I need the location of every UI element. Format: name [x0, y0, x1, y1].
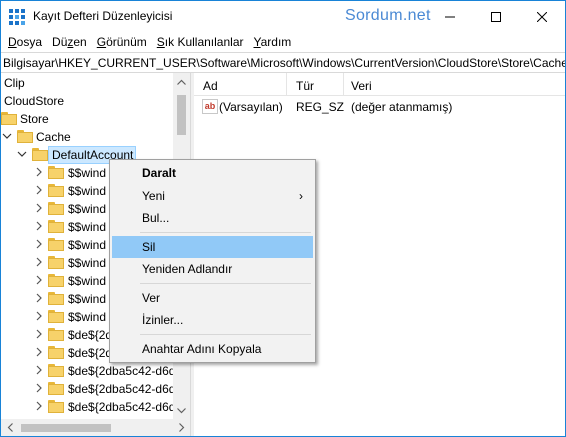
menu-item-permissions[interactable]: İzinler...	[112, 309, 313, 331]
tree-item-cache[interactable]: Cache	[1, 128, 189, 146]
folder-icon	[48, 238, 64, 251]
menu-item-find[interactable]: Bul...	[112, 207, 313, 229]
chevron-down-icon	[177, 407, 186, 413]
chevron-right-icon[interactable]	[34, 311, 44, 321]
maximize-button[interactable]	[473, 1, 519, 32]
folder-icon	[48, 274, 64, 287]
menu-separator	[140, 283, 311, 284]
menu-view[interactable]: Görünüm	[92, 32, 152, 52]
tree-item-clip[interactable]: Clip	[1, 74, 189, 92]
menu-item-new[interactable]: Yeni ›	[112, 185, 313, 207]
folder-icon	[32, 148, 48, 161]
chevron-right-icon[interactable]	[34, 203, 44, 213]
list-header: Ad Tür Veri	[194, 73, 565, 96]
menu-separator	[140, 232, 311, 233]
tree-item[interactable]: $de${2dba5c42-d6d	[1, 398, 189, 416]
chevron-right-icon	[178, 423, 184, 432]
chevron-left-icon	[7, 423, 13, 432]
scroll-thumb[interactable]	[177, 95, 186, 135]
menu-item-collapse[interactable]: Daralt	[112, 162, 313, 184]
folder-icon	[48, 256, 64, 269]
menu-item-copy-key-name[interactable]: Anahtar Adını Kopyala	[112, 338, 313, 360]
menu-help[interactable]: Yardım	[249, 32, 297, 52]
maximize-icon	[491, 11, 501, 22]
regedit-icon	[9, 9, 25, 25]
close-icon	[537, 11, 547, 22]
value-data: (değer atanmamış)	[351, 100, 453, 114]
chevron-right-icon[interactable]	[34, 239, 44, 249]
folder-icon	[48, 202, 64, 215]
menu-edit[interactable]: Düzen	[47, 32, 92, 52]
chevron-right-icon[interactable]	[34, 275, 44, 285]
column-header-data[interactable]: Veri	[351, 79, 372, 93]
tree-item[interactable]: $de${2dba5c42-d6d	[1, 380, 189, 398]
scroll-right-button[interactable]	[173, 419, 190, 436]
chevron-right-icon[interactable]	[34, 167, 44, 177]
close-button[interactable]	[519, 1, 565, 32]
folder-icon	[48, 382, 64, 395]
watermark: Sordum.net	[345, 7, 431, 24]
value-type: REG_SZ	[296, 100, 345, 114]
chevron-right-icon[interactable]	[34, 329, 44, 339]
tree-item-store[interactable]: Store	[1, 110, 189, 128]
registry-editor-window: Kayıt Defteri Düzenleyicisi Sordum.net D…	[0, 0, 566, 437]
scroll-down-button[interactable]	[173, 402, 190, 419]
address-bar[interactable]: Bilgisayar\HKEY_CURRENT_USER\Software\Mi…	[1, 52, 565, 73]
scroll-thumb[interactable]	[21, 424, 111, 432]
tree-item-cloudstore[interactable]: CloudStore	[1, 92, 189, 110]
menu-item-rename[interactable]: Yeniden Adlandır	[112, 258, 313, 280]
chevron-right-icon[interactable]	[34, 383, 44, 393]
title-bar[interactable]: Kayıt Defteri Düzenleyicisi Sordum.net	[1, 1, 565, 32]
folder-icon	[48, 364, 64, 377]
chevron-right-icon[interactable]	[34, 221, 44, 231]
chevron-right-icon[interactable]	[34, 293, 44, 303]
folder-icon	[48, 292, 64, 305]
chevron-right-icon[interactable]	[34, 401, 44, 411]
menu-separator	[140, 334, 311, 335]
menu-item-delete[interactable]: Sil	[112, 236, 313, 258]
menu-favorites[interactable]: Sık Kullanılanlar	[152, 32, 249, 52]
folder-icon	[48, 220, 64, 233]
chevron-down-icon[interactable]	[17, 149, 27, 159]
chevron-down-icon[interactable]	[2, 131, 12, 141]
scroll-left-button[interactable]	[1, 419, 18, 436]
submenu-arrow-icon: ›	[299, 189, 303, 203]
string-value-icon: ab	[202, 99, 218, 114]
context-menu: Daralt Yeni › Bul... Sil Yeniden Adlandı…	[109, 159, 316, 363]
folder-icon	[48, 166, 64, 179]
menu-item-export[interactable]: Ver	[112, 287, 313, 309]
column-header-name[interactable]: Ad	[203, 79, 218, 93]
menu-file[interactable]: Dosya	[3, 32, 47, 52]
minimize-button[interactable]	[427, 1, 473, 32]
folder-icon	[48, 346, 64, 359]
chevron-right-icon[interactable]	[34, 347, 44, 357]
menu-bar: Dosya Düzen Görünüm Sık Kullanılanlar Ya…	[1, 32, 565, 52]
tree-horizontal-scrollbar[interactable]	[1, 419, 190, 436]
tree-item[interactable]: $de${2dba5c42-d6d	[1, 362, 189, 380]
scroll-up-button[interactable]	[173, 73, 190, 90]
folder-icon	[1, 112, 17, 125]
chevron-up-icon	[177, 79, 186, 85]
folder-icon	[48, 400, 64, 413]
value-name: (Varsayılan)	[219, 100, 283, 114]
window-title: Kayıt Defteri Düzenleyicisi	[33, 9, 173, 23]
chevron-right-icon[interactable]	[34, 257, 44, 267]
folder-icon	[48, 184, 64, 197]
chevron-right-icon[interactable]	[34, 185, 44, 195]
folder-icon	[17, 130, 33, 143]
folder-icon	[48, 310, 64, 323]
table-row[interactable]: ab (Varsayılan) REG_SZ (değer atanmamış)	[194, 98, 565, 116]
folder-icon	[48, 328, 64, 341]
chevron-right-icon[interactable]	[34, 365, 44, 375]
column-header-type[interactable]: Tür	[296, 79, 314, 93]
minimize-icon	[445, 16, 455, 17]
